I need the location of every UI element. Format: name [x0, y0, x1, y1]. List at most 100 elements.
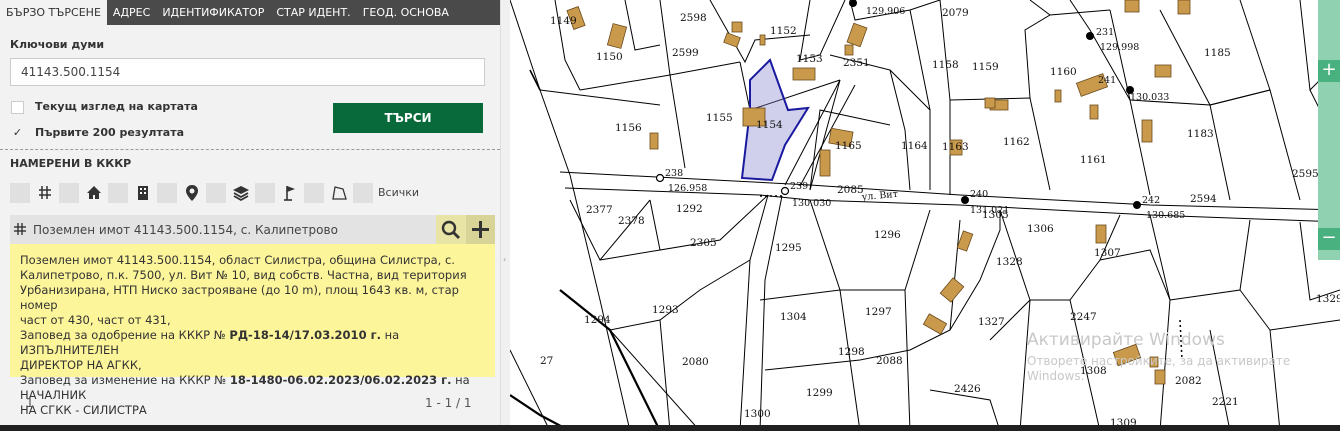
- parcel-number[interactable]: 2598: [680, 12, 707, 24]
- detail-line: Урбанизирана, НТП Ниско застрояване (до …: [20, 283, 459, 312]
- filter-empty-4[interactable]: [157, 183, 177, 203]
- parcel-number[interactable]: 1295: [775, 242, 802, 254]
- zoom-in-button[interactable]: +: [1318, 60, 1340, 82]
- survey-point: [1133, 201, 1141, 209]
- tab-quick-search[interactable]: БЪРЗО ТЪРСЕНЕ: [0, 0, 107, 25]
- parcel-number[interactable]: 1185: [1204, 47, 1231, 59]
- parcel-number[interactable]: 2599: [672, 47, 699, 59]
- parcel-number[interactable]: 1306: [1027, 223, 1054, 235]
- point-elevation: 130.685: [1146, 210, 1185, 221]
- filter-empty-1[interactable]: [10, 183, 30, 203]
- parcel-number[interactable]: 2351: [843, 57, 870, 69]
- parcel-number[interactable]: 1307: [1094, 247, 1121, 259]
- parcel-number[interactable]: 1149: [550, 15, 577, 27]
- zoom-out-button[interactable]: −: [1318, 228, 1340, 250]
- filter-all-box[interactable]: [353, 183, 373, 203]
- point-id: 242: [1142, 195, 1160, 206]
- add-result-button[interactable]: [466, 215, 495, 244]
- parcel-number[interactable]: 1153: [796, 53, 823, 65]
- result-title[interactable]: Поземлен имот 41143.500.1154, с. Калипет…: [33, 223, 338, 237]
- parcel-number[interactable]: 1160: [1050, 66, 1077, 78]
- parcel-number[interactable]: 1293: [652, 304, 679, 316]
- parcel-number[interactable]: 2247: [1070, 311, 1097, 323]
- amendment-order-line2: НА СГКК - СИЛИСТРА: [20, 403, 147, 417]
- parcel-number[interactable]: 1155: [706, 112, 733, 124]
- parcel-number[interactable]: 2079: [942, 7, 969, 19]
- home-icon[interactable]: [84, 183, 104, 203]
- pin-icon[interactable]: [182, 183, 202, 203]
- parcel-number[interactable]: 27: [540, 355, 553, 367]
- layers-icon[interactable]: [231, 183, 251, 203]
- parcel-number[interactable]: 1156: [615, 122, 642, 134]
- tab-address[interactable]: АДРЕС: [107, 0, 156, 25]
- polygon-icon[interactable]: [329, 183, 349, 203]
- filter-empty-6[interactable]: [255, 183, 275, 203]
- survey-point: [849, 0, 857, 7]
- filter-empty-3[interactable]: [108, 183, 128, 203]
- flag-icon[interactable]: [280, 183, 300, 203]
- parcel-number[interactable]: 2221: [1212, 396, 1239, 408]
- filter-all-label[interactable]: Всички: [378, 186, 419, 199]
- page-number[interactable]: 1: [26, 396, 34, 410]
- parcel-number[interactable]: 1163: [942, 141, 969, 153]
- parcel-number[interactable]: 2080: [682, 356, 709, 368]
- parcel-number[interactable]: 2377: [586, 204, 613, 216]
- zoom-bar[interactable]: [1318, 0, 1340, 260]
- parcel-number[interactable]: 1294: [584, 314, 611, 326]
- first-200-checkbox[interactable]: ✓: [11, 127, 24, 140]
- filter-empty-2[interactable]: [59, 183, 79, 203]
- parcel-number[interactable]: 1161: [1080, 154, 1107, 166]
- parcel-number[interactable]: 2378: [618, 215, 645, 227]
- parcel-number[interactable]: 1296: [874, 229, 901, 241]
- parcel-number[interactable]: 1304: [780, 311, 807, 323]
- svg-text:‹: ‹: [503, 255, 506, 264]
- parcel-number[interactable]: 1297: [865, 306, 892, 318]
- parcel-number[interactable]: 2595: [1292, 168, 1319, 180]
- tab-identifier[interactable]: ИДЕНТИФИКАТОР: [156, 0, 270, 25]
- grid-icon: [13, 222, 27, 236]
- parcel-number[interactable]: 2594: [1190, 193, 1217, 205]
- tab-geodetic-base[interactable]: ГЕОД. ОСНОВА: [357, 0, 455, 25]
- parcel-number[interactable]: 2088: [876, 355, 903, 367]
- amendment-order: Заповед за изменение на КККР № 18-1480-0…: [20, 373, 470, 402]
- parcel-number[interactable]: 1164: [901, 140, 928, 152]
- parcel-number[interactable]: 1158: [932, 59, 959, 71]
- parcel-number[interactable]: 2305: [690, 237, 717, 249]
- point-id: 239: [790, 181, 808, 192]
- filter-empty-7[interactable]: [304, 183, 324, 203]
- taskbar: [0, 425, 1340, 431]
- tab-old-identifier[interactable]: СТАР ИДЕНТ.: [270, 0, 356, 25]
- grid-icon[interactable]: [35, 183, 55, 203]
- current-view-checkbox[interactable]: [11, 101, 24, 114]
- point-elevation: 129.906: [866, 6, 905, 17]
- parcel-number[interactable]: 1159: [972, 61, 999, 73]
- parcel-number[interactable]: 1154: [756, 119, 783, 131]
- parcel-number[interactable]: 1299: [806, 387, 833, 399]
- result-count: 1 - 1 / 1: [425, 396, 472, 410]
- zoom-to-result-button[interactable]: [436, 215, 466, 244]
- parcel-number[interactable]: 2085: [837, 184, 864, 196]
- parcel-number[interactable]: 1152: [770, 25, 797, 37]
- parcel-number[interactable]: 1162: [1003, 136, 1030, 148]
- search-icon: [441, 220, 460, 239]
- parcel-number[interactable]: 1298: [838, 346, 865, 358]
- panel-collapse-handle[interactable]: ‹: [500, 0, 510, 431]
- point-id: 231: [1096, 27, 1114, 38]
- keywords-input[interactable]: [10, 58, 485, 86]
- parcel-number[interactable]: 1150: [596, 51, 623, 63]
- parcel-number[interactable]: 1165: [835, 140, 862, 152]
- parcel-number[interactable]: 1328: [996, 256, 1023, 268]
- parcel-number[interactable]: 1292: [676, 203, 703, 215]
- parcel-number[interactable]: 2426: [954, 383, 981, 395]
- divider: [0, 149, 500, 150]
- parcel-number[interactable]: 1329: [1316, 293, 1340, 305]
- parcel-number[interactable]: 1327: [978, 316, 1005, 328]
- search-button[interactable]: ТЪРСИ: [333, 103, 483, 133]
- filter-empty-5[interactable]: [206, 183, 226, 203]
- parcel-number[interactable]: 1183: [1187, 128, 1214, 140]
- parcel-number[interactable]: 1300: [744, 408, 771, 420]
- survey-point: [1086, 32, 1094, 40]
- approval-order: Заповед за одобрение на КККР № РД-18-14/…: [20, 328, 400, 357]
- boundary-line: [559, 289, 661, 431]
- building-icon[interactable]: [133, 183, 153, 203]
